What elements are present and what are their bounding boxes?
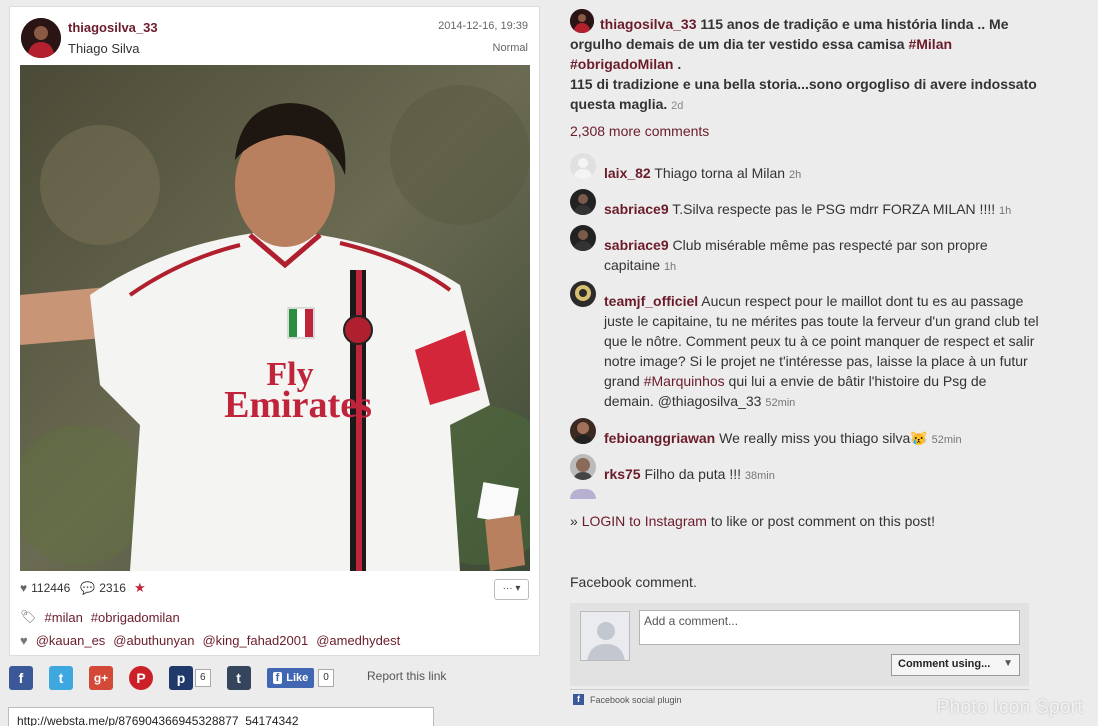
pocket-count: 6 xyxy=(195,669,211,687)
chevron-down-icon: ▼ xyxy=(1003,658,1013,669)
liker-link[interactable]: @abuthunyan xyxy=(113,633,194,648)
facebook-comment-title: Facebook comment. xyxy=(570,574,697,590)
facebook-avatar-placeholder xyxy=(580,611,630,661)
comment-item: sabriace9 T.Silva respecte pas le PSG md… xyxy=(570,189,1040,221)
post-photo[interactable]: Fly Emirates xyxy=(20,65,530,571)
caption-hashtag[interactable]: #Milan xyxy=(908,36,952,52)
comment-text: T.Silva respecte pas le PSG mdrr FORZA M… xyxy=(672,201,996,217)
commenter-avatar[interactable] xyxy=(570,454,596,480)
commenter-avatar[interactable] xyxy=(570,418,596,444)
post-filter: Normal xyxy=(492,42,528,54)
facebook-like-count: 0 xyxy=(318,669,334,687)
comment-username[interactable]: sabriace9 xyxy=(604,201,669,217)
tumblr-share-icon[interactable]: t xyxy=(226,666,251,690)
tag-icon: 🏷 xyxy=(20,609,37,624)
comment-item: rks75 Filho da puta !!! 38min xyxy=(570,454,1040,486)
star-icon[interactable]: ★ xyxy=(134,580,146,596)
comment-item: sabriace9 Club misérable même pas respec… xyxy=(570,225,1040,277)
comment-mention[interactable]: @thiagosilva_33 xyxy=(658,393,762,409)
comment-item: teamjf_officiel Aucun respect pour le ma… xyxy=(570,281,1040,413)
facebook-icon: f xyxy=(573,694,584,705)
liker-link[interactable]: @king_fahad2001 xyxy=(202,633,308,648)
comment-time: 1h xyxy=(999,205,1012,217)
comment-item: febioanggriawan We really miss you thiag… xyxy=(570,418,1040,450)
comment-text: Filho da puta !!! xyxy=(644,466,741,482)
facebook-plugin-credit: f Facebook social plugin xyxy=(573,694,682,705)
post-date: 2014-12-16, 19:39 xyxy=(438,20,528,32)
watermark: Photo Icon Sport xyxy=(936,697,1083,718)
comment-username[interactable]: sabriace9 xyxy=(604,237,669,253)
comment-item: laix_82 Thiago torna al Milan 2h xyxy=(570,153,1040,185)
comment-using-label: Comment using... xyxy=(898,658,991,670)
divider xyxy=(570,689,1029,690)
comment-time: 2h xyxy=(789,169,802,181)
comment-icon[interactable]: 💬 xyxy=(80,581,95,595)
login-suffix: to like or post comment on this post! xyxy=(706,513,935,529)
caption-avatar[interactable] xyxy=(570,9,594,33)
facebook-like-label: Like xyxy=(286,672,309,684)
post-tags: 🏷 #milan #obrigadomilan xyxy=(20,609,180,625)
partial-commenter-avatar xyxy=(570,489,596,499)
facebook-like-button[interactable]: f Like xyxy=(266,668,315,688)
post-author-avatar[interactable] xyxy=(21,18,61,58)
more-options-button[interactable]: ··· ▾ xyxy=(494,579,529,600)
comment-username[interactable]: teamjf_officiel xyxy=(604,293,698,309)
caption-time: 2d xyxy=(671,100,684,112)
permalink-field[interactable]: http://websta.me/p/876904366945328877_54… xyxy=(8,707,434,726)
pinterest-share-icon[interactable]: P xyxy=(129,666,153,690)
post-card: thiagosilva_33 Thiago Silva 2014-12-16, … xyxy=(9,6,540,656)
commenter-avatar[interactable] xyxy=(570,189,596,215)
comment-time: 52min xyxy=(765,397,796,409)
facebook-comment-box: Add a comment... Comment using... ▼ xyxy=(570,603,1029,686)
comment-text: We really miss you thiago silva xyxy=(719,430,911,446)
caption-hashtag[interactable]: #obrigadoMilan xyxy=(570,56,673,72)
login-link[interactable]: LOGIN to Instagram xyxy=(582,513,707,529)
comment-hashtag[interactable]: #Marquinhos xyxy=(644,373,725,389)
post-stats: ♥ 112446 💬 2316 ★ xyxy=(20,580,146,596)
login-prompt: » LOGIN to Instagram to like or post com… xyxy=(570,513,935,529)
commenter-avatar[interactable] xyxy=(570,153,596,179)
comment-time: 52min xyxy=(931,434,962,446)
post-username[interactable]: thiagosilva_33 xyxy=(68,20,158,35)
report-link[interactable]: Report this link xyxy=(367,669,446,683)
caption-username[interactable]: thiagosilva_33 xyxy=(600,16,697,32)
tag-link[interactable]: #obrigadomilan xyxy=(91,610,180,625)
comment-username[interactable]: febioanggriawan xyxy=(604,430,715,446)
liker-link[interactable]: @amedhydest xyxy=(316,633,400,648)
comment-username[interactable]: laix_82 xyxy=(604,165,651,181)
comments-count: 2316 xyxy=(99,581,126,595)
jersey-text-emirates: Emirates xyxy=(224,384,372,426)
twitter-share-icon[interactable]: t xyxy=(49,666,73,690)
heart-icon[interactable]: ♥ xyxy=(20,581,27,595)
likes-count: 112446 xyxy=(31,581,71,595)
commenter-avatar[interactable] xyxy=(570,225,596,251)
crying-cat-emoji: 😿 xyxy=(910,430,928,446)
more-comments-link[interactable]: 2,308 more comments xyxy=(570,123,709,139)
comment-username[interactable]: rks75 xyxy=(604,466,641,482)
post-full-name: Thiago Silva xyxy=(68,41,140,56)
share-bar: f t g+ P p 6 t f Like 0 xyxy=(9,665,334,691)
login-prefix: » xyxy=(570,513,582,529)
google-plus-share-icon[interactable]: g+ xyxy=(89,666,113,690)
post-likers: ♥ @kauan_es @abuthunyan @king_fahad2001 … xyxy=(20,633,400,648)
facebook-plugin-label[interactable]: Facebook social plugin xyxy=(590,695,682,705)
liker-link[interactable]: @kauan_es xyxy=(36,633,106,648)
tag-link[interactable]: #milan xyxy=(45,610,83,625)
comment-time: 1h xyxy=(663,261,677,273)
comment-text: Thiago torna al Milan xyxy=(654,165,786,181)
facebook-icon: f xyxy=(272,672,283,684)
pocket-share-icon[interactable]: p xyxy=(169,666,193,690)
facebook-share-icon[interactable]: f xyxy=(9,666,33,690)
comment-time: 38min xyxy=(744,470,775,482)
caption-text-italian: 115 di tradizione e una bella storia...s… xyxy=(570,76,1037,112)
caption-text: . xyxy=(673,56,682,72)
facebook-comment-input[interactable]: Add a comment... xyxy=(639,610,1020,645)
comment-using-select[interactable]: Comment using... ▼ xyxy=(891,654,1020,676)
post-caption: thiagosilva_33 115 anos de tradição e um… xyxy=(570,9,1040,116)
heart-icon: ♥ xyxy=(20,633,28,648)
commenter-avatar[interactable] xyxy=(570,281,596,307)
